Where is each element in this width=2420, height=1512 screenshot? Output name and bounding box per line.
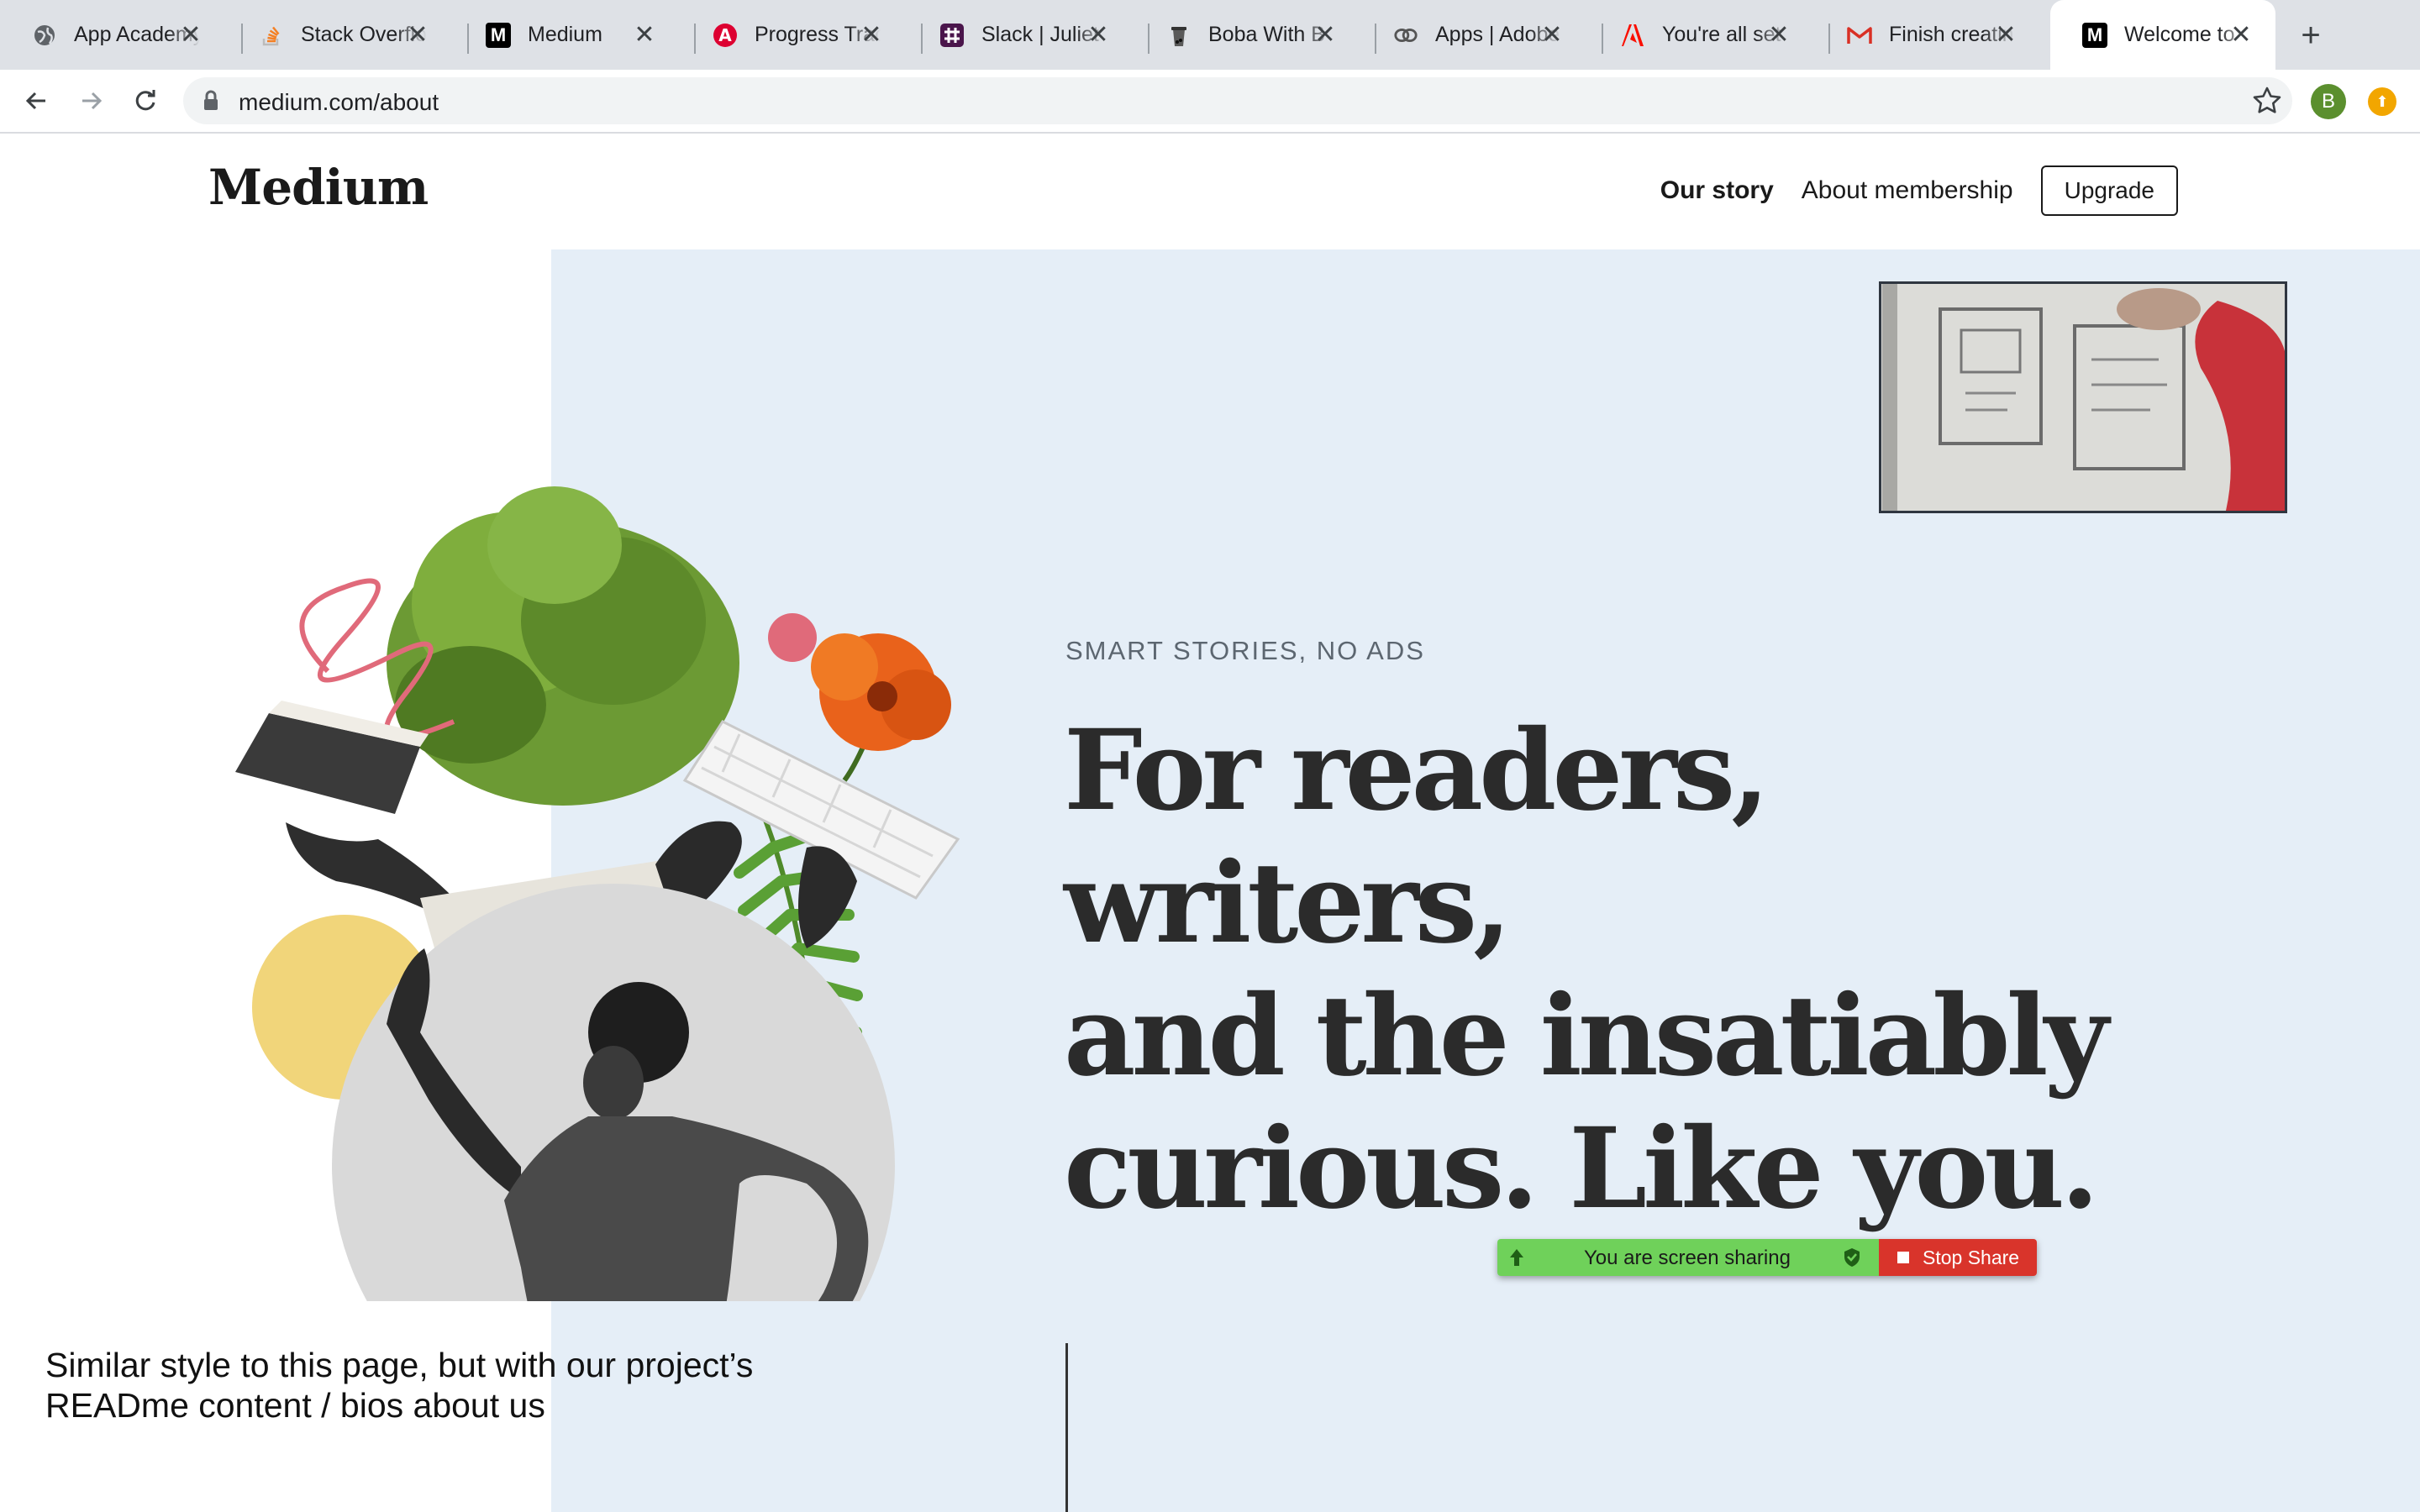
drag-arrow-icon[interactable] [1507, 1247, 1526, 1268]
site-nav: Our story About membership Upgrade [1660, 165, 2178, 216]
medium-icon: M [2082, 22, 2107, 48]
annotation-line: READme content / bios about us [45, 1386, 545, 1425]
hero-headline: For readers, writers, and the insatiably… [1064, 705, 2240, 1236]
close-icon[interactable]: ✕ [403, 20, 432, 49]
headline-line: For readers, writers, [1064, 706, 1770, 969]
close-icon[interactable]: ✕ [857, 20, 886, 49]
browser-toolbar: medium.com/about B ⬆ [0, 70, 2420, 134]
book-in-hand-image [235, 701, 454, 915]
slack-icon [939, 23, 965, 48]
tab-adobe-apps[interactable]: Apps | Adobe ✕ [1361, 0, 1586, 70]
bookmark-star-icon[interactable] [2250, 84, 2284, 122]
forward-arrow-icon[interactable] [72, 81, 111, 120]
screen-share-status[interactable]: You are screen sharing [1497, 1239, 1879, 1276]
tab-welcome-to-medium[interactable]: M Welcome to ✕ [2050, 0, 2275, 70]
tab-gmail[interactable]: Finish creating ✕ [1815, 0, 2040, 70]
extension-icon[interactable]: ⬆ [2368, 87, 2396, 116]
tab-slack[interactable]: Slack | Juliet ✕ [908, 0, 1133, 70]
lock-icon [202, 89, 220, 117]
creative-cloud-icon [1393, 23, 1418, 48]
headline-line: and the insatiably [1064, 971, 2108, 1101]
browser-tab-strip: App Academy ✕ Stack Overflow ✕ M Medium … [0, 0, 2420, 70]
annotation-note: Similar style to this page, but with our… [45, 1345, 753, 1425]
close-icon[interactable]: ✕ [1991, 20, 2020, 49]
reload-icon[interactable] [126, 81, 165, 120]
stop-share-label: Stop Share [1923, 1246, 2020, 1268]
hero-collage-illustration [235, 486, 960, 1301]
stackoverflow-icon [259, 23, 284, 48]
pink-dot [768, 613, 817, 662]
screen-share-bar: You are screen sharing Stop Share [1497, 1239, 2037, 1276]
url-text: medium.com/about [239, 89, 439, 115]
tab-adobe-setup[interactable]: You're all set ✕ [1588, 0, 1813, 70]
stop-share-button[interactable]: Stop Share [1879, 1239, 2037, 1276]
close-icon[interactable]: ✕ [1311, 20, 1339, 49]
hero-eyebrow: SMART STORIES, NO ADS [1065, 636, 1425, 665]
tab-stack-overflow[interactable]: Stack Overflow ✕ [227, 0, 452, 70]
tab-app-academy[interactable]: App Academy ✕ [0, 0, 225, 70]
headline-line: curious. Like you. [1064, 1104, 2099, 1234]
angular-icon: A [713, 23, 738, 48]
globe-icon [32, 23, 57, 48]
tab-medium[interactable]: M Medium ✕ [454, 0, 679, 70]
profile-avatar[interactable]: B [2311, 84, 2346, 119]
close-icon[interactable]: ✕ [630, 20, 659, 49]
close-icon[interactable]: ✕ [2227, 20, 2255, 49]
address-bar[interactable]: medium.com/about [183, 77, 2292, 124]
new-tab-button[interactable]: + [2292, 17, 2329, 54]
screen-share-text: You are screen sharing [1584, 1247, 1791, 1269]
tab-progress-tracker[interactable]: A Progress Tracker ✕ [681, 0, 906, 70]
boba-icon [1166, 23, 1192, 48]
medium-about-page: Medium Our story About membership Upgrad… [0, 134, 2420, 1512]
close-icon[interactable]: ✕ [1765, 20, 1793, 49]
close-icon[interactable]: ✕ [1538, 20, 1566, 49]
back-arrow-icon[interactable] [17, 81, 55, 120]
annotation-line: Similar style to this page, but with our… [45, 1346, 754, 1384]
medium-logo[interactable]: Medium [208, 159, 429, 216]
gmail-icon [1847, 23, 1872, 48]
medium-icon: M [486, 22, 511, 48]
shield-check-icon [1844, 1248, 1860, 1267]
svg-text:A: A [718, 25, 732, 45]
tab-boba[interactable]: Boba With B ✕ [1134, 0, 1360, 70]
tree-image [387, 486, 739, 806]
text-cursor-line [1065, 1343, 1068, 1512]
upgrade-button[interactable]: Upgrade [2040, 165, 2178, 216]
flower-image [811, 633, 951, 782]
video-call-thumbnail[interactable] [1879, 281, 2287, 513]
nav-our-story[interactable]: Our story [1660, 176, 1774, 205]
close-icon[interactable]: ✕ [176, 20, 205, 49]
stop-square-icon [1897, 1252, 1909, 1263]
nav-about-membership[interactable]: About membership [1802, 176, 2013, 205]
adobe-icon [1620, 23, 1645, 48]
close-icon[interactable]: ✕ [1084, 20, 1113, 49]
